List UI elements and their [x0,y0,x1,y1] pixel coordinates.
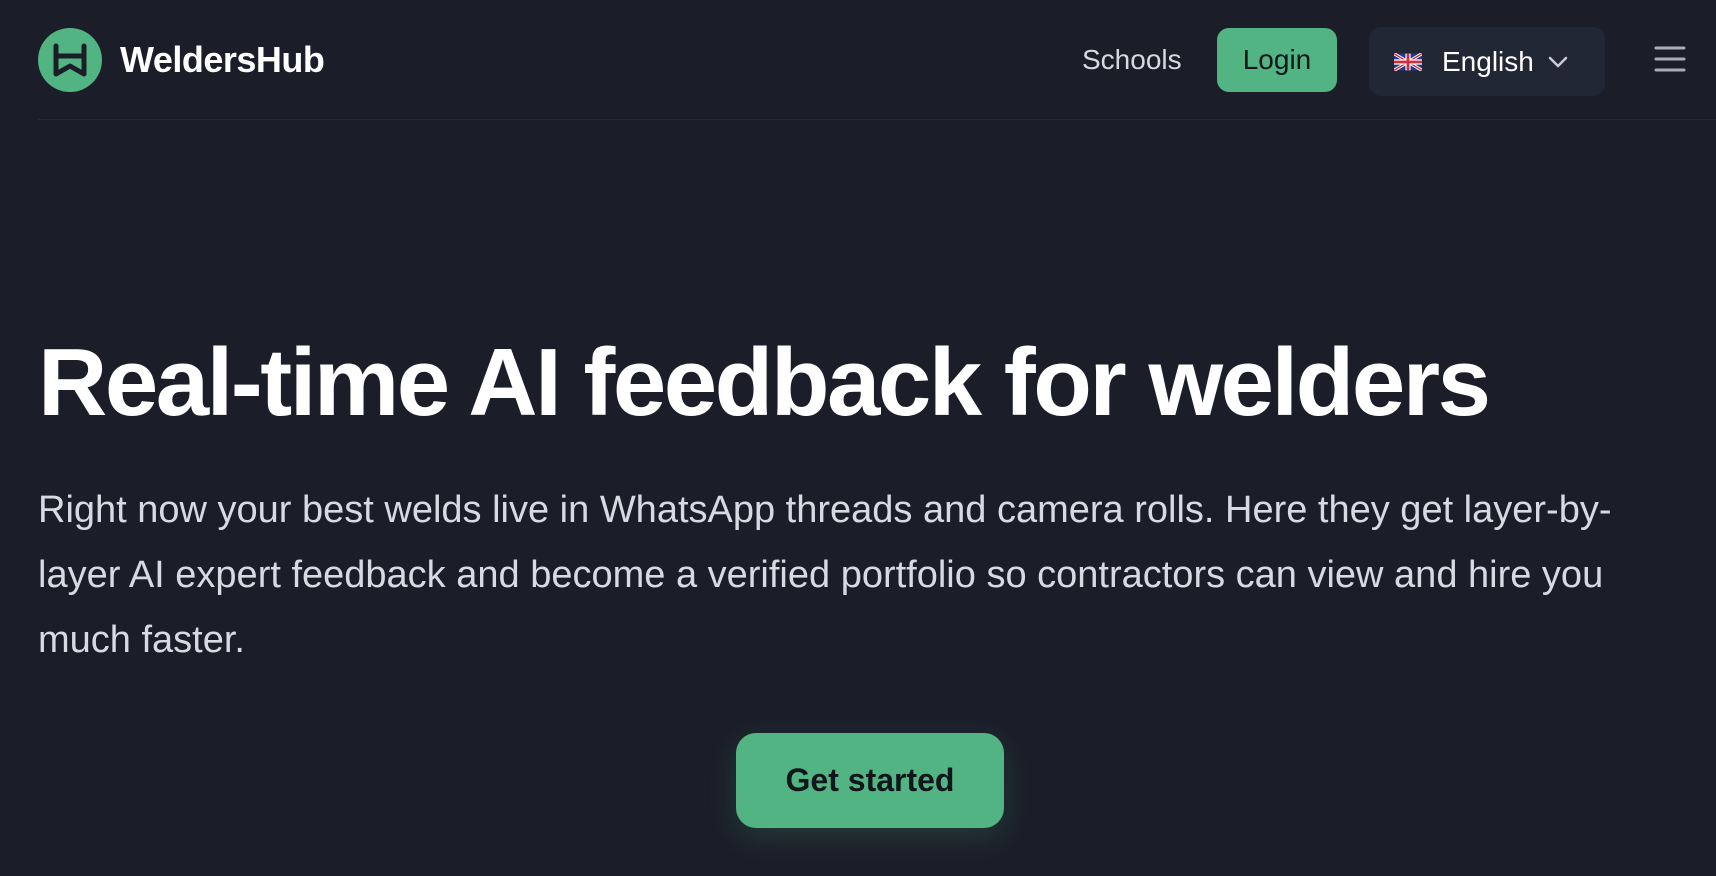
site-header: WeldersHub Schools Login English [0,0,1716,120]
get-started-button[interactable]: Get started [736,733,1004,828]
chevron-down-icon [1548,56,1568,68]
language-select[interactable]: English [1369,27,1605,96]
hero-description: Right now your best welds live in WhatsA… [38,489,1612,661]
brand-name: WeldersHub [120,39,325,80]
welders-hub-logo-icon [38,28,102,92]
language-select-value: English [1442,45,1534,77]
brand-home-link[interactable]: WeldersHub [38,28,325,92]
login-button[interactable]: Login [1217,28,1337,92]
hamburger-menu-icon[interactable] [1654,44,1686,74]
uk-flag-icon [1394,52,1422,71]
header-divider [38,119,1716,120]
nav-link-schools[interactable]: Schools [1082,40,1182,80]
landing-page: WeldersHub Schools Login English Real-ti… [0,0,1716,876]
hero-title: Real-time AI feedback for welders [38,329,1491,436]
